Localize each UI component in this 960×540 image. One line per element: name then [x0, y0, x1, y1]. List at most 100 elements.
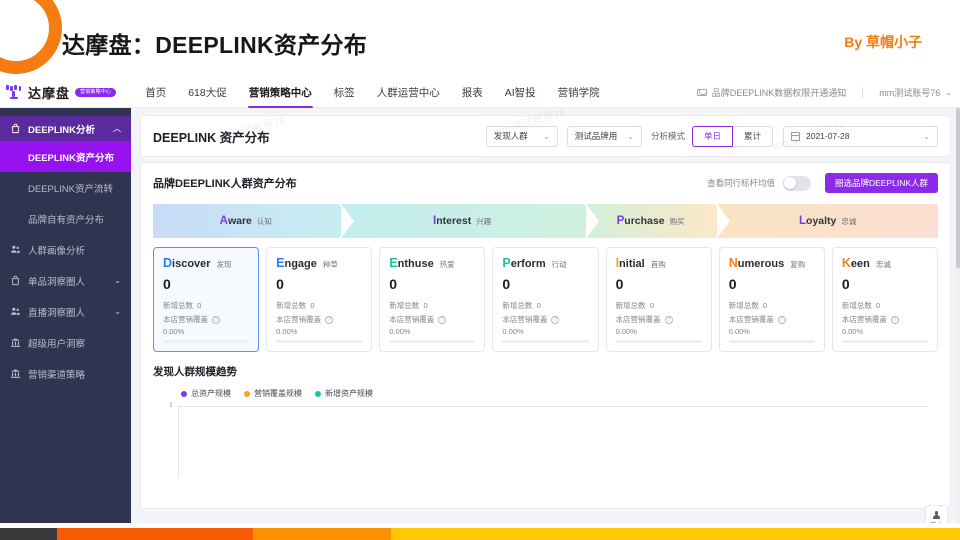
funnel-stage-cn: 兴趣 — [476, 216, 492, 226]
metric-cover: 本店营销覆盖? — [729, 314, 815, 325]
nav-item-marketing-strategy[interactable]: 营销策略中心 — [238, 78, 323, 108]
title-banner: 达摩盘：DEEPLINK资产分布 By 草帽小子 — [0, 0, 960, 78]
metric-en: Keen — [841, 256, 870, 270]
metric-en: Perform — [502, 256, 546, 270]
nav-right: 品牌DEEPLINK数据权限开通通知 mm测试账号76 ⌄ — [696, 86, 952, 99]
y-axis-tick: 1 — [169, 402, 173, 409]
metric-value: 0 — [841, 276, 850, 292]
sidebar-item-label: 直播洞察圈人 — [28, 307, 86, 319]
sidebar-group-deeplink-analysis[interactable]: DEEPLINK分析 ︿ — [0, 116, 131, 141]
notice-link[interactable]: 品牌DEEPLINK数据权限开通通知 — [696, 86, 846, 99]
strip-segment-yellow — [391, 528, 960, 540]
metric-pct: 0.00% — [728, 327, 750, 336]
account-menu[interactable]: mm测试账号76 ⌄ — [879, 86, 952, 99]
metric-card-perform[interactable]: Perform 行动 0 新增总数 0 本店营销覆盖? 0.00% — [492, 247, 599, 352]
x-axis-line — [178, 406, 928, 407]
sidebar-item-label: 品牌自有资产分布 — [28, 214, 105, 226]
funnel-stage-en: Interest — [433, 215, 472, 227]
mode-option-cumulative[interactable]: 累计 — [732, 125, 773, 147]
brand-select[interactable]: 测试品牌用 ⌄ — [566, 125, 642, 147]
metric-card-engage[interactable]: Engage 种草 0 新增总数 0 本店营销覆盖? 0.00% — [266, 247, 373, 352]
help-icon[interactable]: ? — [325, 315, 334, 324]
bottom-color-strip — [0, 528, 960, 540]
funnel-stage-purchase[interactable]: Purchase 购买 — [585, 204, 729, 238]
y-axis-line — [178, 406, 179, 478]
metric-card-keen[interactable]: Keen 忠诚 0 新增总数 0 本店营销覆盖? 0.00% — [831, 247, 938, 352]
sidebar-item-super-user-insight[interactable]: 超级用户洞察 — [0, 327, 131, 358]
nav-item-618[interactable]: 618大促 — [177, 78, 238, 108]
newbie-guide-button[interactable]: 新人引导 — [925, 505, 948, 523]
legend-dot — [244, 390, 250, 397]
sidebar-item-label: 人群画像分析 — [28, 245, 86, 257]
bag-icon — [10, 275, 21, 286]
help-icon[interactable]: ? — [890, 315, 899, 324]
funnel-stage-aware[interactable]: Aware 认知 — [153, 204, 351, 238]
sidebar-item-crowd-portrait[interactable]: 人群画像分析 — [0, 234, 131, 265]
metric-head: Perform 行动 — [502, 256, 588, 270]
metric-cn: 种草 — [322, 260, 338, 269]
analysis-mode-label: 分析模式 — [650, 131, 685, 141]
sidebar-item-asset-distribution[interactable]: DEEPLINK资产分布 — [0, 141, 131, 172]
nav-divider — [862, 87, 864, 98]
metric-value: 0 — [276, 276, 284, 292]
analysis-mode-segmented: 单日 累计 — [691, 125, 773, 147]
metric-total: 新增总数 0 — [276, 301, 315, 310]
benchmark-toggle[interactable] — [782, 175, 811, 191]
legend-item-total-asset[interactable]: 总资产规模 — [181, 388, 231, 399]
nav-item-reports[interactable]: 报表 — [451, 78, 494, 108]
funnel-stages: Aware 认知 Interest 兴趣 Purchase 购买 Loyalty… — [153, 204, 938, 238]
metric-head: Engage 种草 — [276, 256, 362, 270]
help-icon[interactable]: ? — [551, 315, 560, 324]
metric-en: Enthuse — [389, 256, 434, 270]
chevron-down-icon: ⌄ — [627, 131, 634, 141]
nav-item-academy[interactable]: 营销学院 — [547, 78, 611, 108]
metric-head: Numerous 复购 — [729, 256, 815, 270]
nav-item-tags[interactable]: 标签 — [323, 78, 366, 108]
legend-label: 总资产规模 — [191, 389, 231, 398]
help-icon[interactable]: ? — [664, 315, 673, 324]
help-icon[interactable]: ? — [438, 315, 447, 324]
nav-item-home[interactable]: 首页 — [134, 78, 177, 108]
content-title: DEEPLINK 资产分布 — [153, 130, 270, 145]
help-icon[interactable]: ? — [212, 315, 220, 324]
nav-item-crowd-ops[interactable]: 人群运营中心 — [366, 78, 451, 108]
sidebar-item-product-insight[interactable]: 单品洞察圈人 ⌄ — [0, 265, 131, 296]
sidebar-item-live-insight[interactable]: 直播洞察圈人 ⌄ — [0, 296, 131, 327]
strip-segment-red-orange — [57, 528, 253, 540]
sidebar-item-brand-own-asset[interactable]: 品牌自有资产分布 — [0, 203, 131, 234]
metric-card-discover[interactable]: Discover 发现 0 新增总数 0 本店营销覆盖? 0.00% — [153, 247, 260, 352]
funnel-stage-loyalty[interactable]: Loyalty 忠诚 — [717, 204, 938, 238]
crowd-select[interactable]: 发现人群 ⌄ — [485, 125, 558, 147]
metric-cn: 行动 — [551, 260, 567, 269]
nav-item-ai-invest[interactable]: AI智投 — [494, 78, 547, 108]
sidebar-item-channel-strategy[interactable]: 营销渠道策略 — [0, 358, 131, 389]
metric-head: Keen 忠诚 — [842, 256, 928, 270]
brand-select-value: 测试品牌用 — [574, 131, 618, 141]
brand-logo[interactable]: 达摩盘 营销策略中心 — [6, 83, 117, 102]
main-content: mm测试账号76 mm测试账号76 mm测试账号76 mm测试账号76 mm测试… — [131, 108, 960, 523]
mail-icon — [696, 88, 707, 97]
help-icon[interactable]: ? — [777, 315, 786, 324]
metric-card-initial[interactable]: Initial 首购 0 新增总数 0 本店营销覆盖? 0.00% — [605, 247, 712, 352]
funnel-stage-en: Loyalty — [799, 215, 837, 227]
metric-progress-bar — [615, 340, 702, 343]
sidebar-item-asset-flow[interactable]: DEEPLINK资产流转 — [0, 172, 131, 203]
metric-total: 新增总数 0 — [389, 301, 428, 310]
date-picker[interactable]: 2021-07-28 ⌄ — [783, 125, 938, 147]
mode-option-single-day[interactable]: 单日 — [691, 125, 733, 147]
brand-badge: 营销策略中心 — [75, 88, 117, 97]
funnel-stage-interest[interactable]: Interest 兴趣 — [340, 204, 597, 238]
legend-item-marketing-cover[interactable]: 营销覆盖规模 — [244, 388, 302, 399]
legend-dot — [181, 390, 187, 397]
select-crowd-button[interactable]: 圈选品牌DEEPLINK人群 — [824, 173, 938, 193]
metric-card-numerous[interactable]: Numerous 复购 0 新增总数 0 本店营销覆盖? 0.00% — [718, 247, 825, 352]
metric-card-enthuse[interactable]: Enthuse 热爱 0 新增总数 0 本店营销覆盖? 0.00% — [379, 247, 486, 352]
legend-item-new-asset[interactable]: 新增资产规模 — [315, 388, 373, 399]
decorative-ring-icon — [0, 0, 62, 74]
vertical-scrollbar[interactable] — [956, 108, 960, 523]
chevron-down-icon: ⌄ — [923, 131, 930, 141]
scrollbar-thumb[interactable] — [956, 108, 960, 268]
metric-value: 0 — [389, 276, 398, 292]
right-rail: 新人引导 — [925, 505, 948, 523]
metric-value: 0 — [502, 276, 511, 292]
